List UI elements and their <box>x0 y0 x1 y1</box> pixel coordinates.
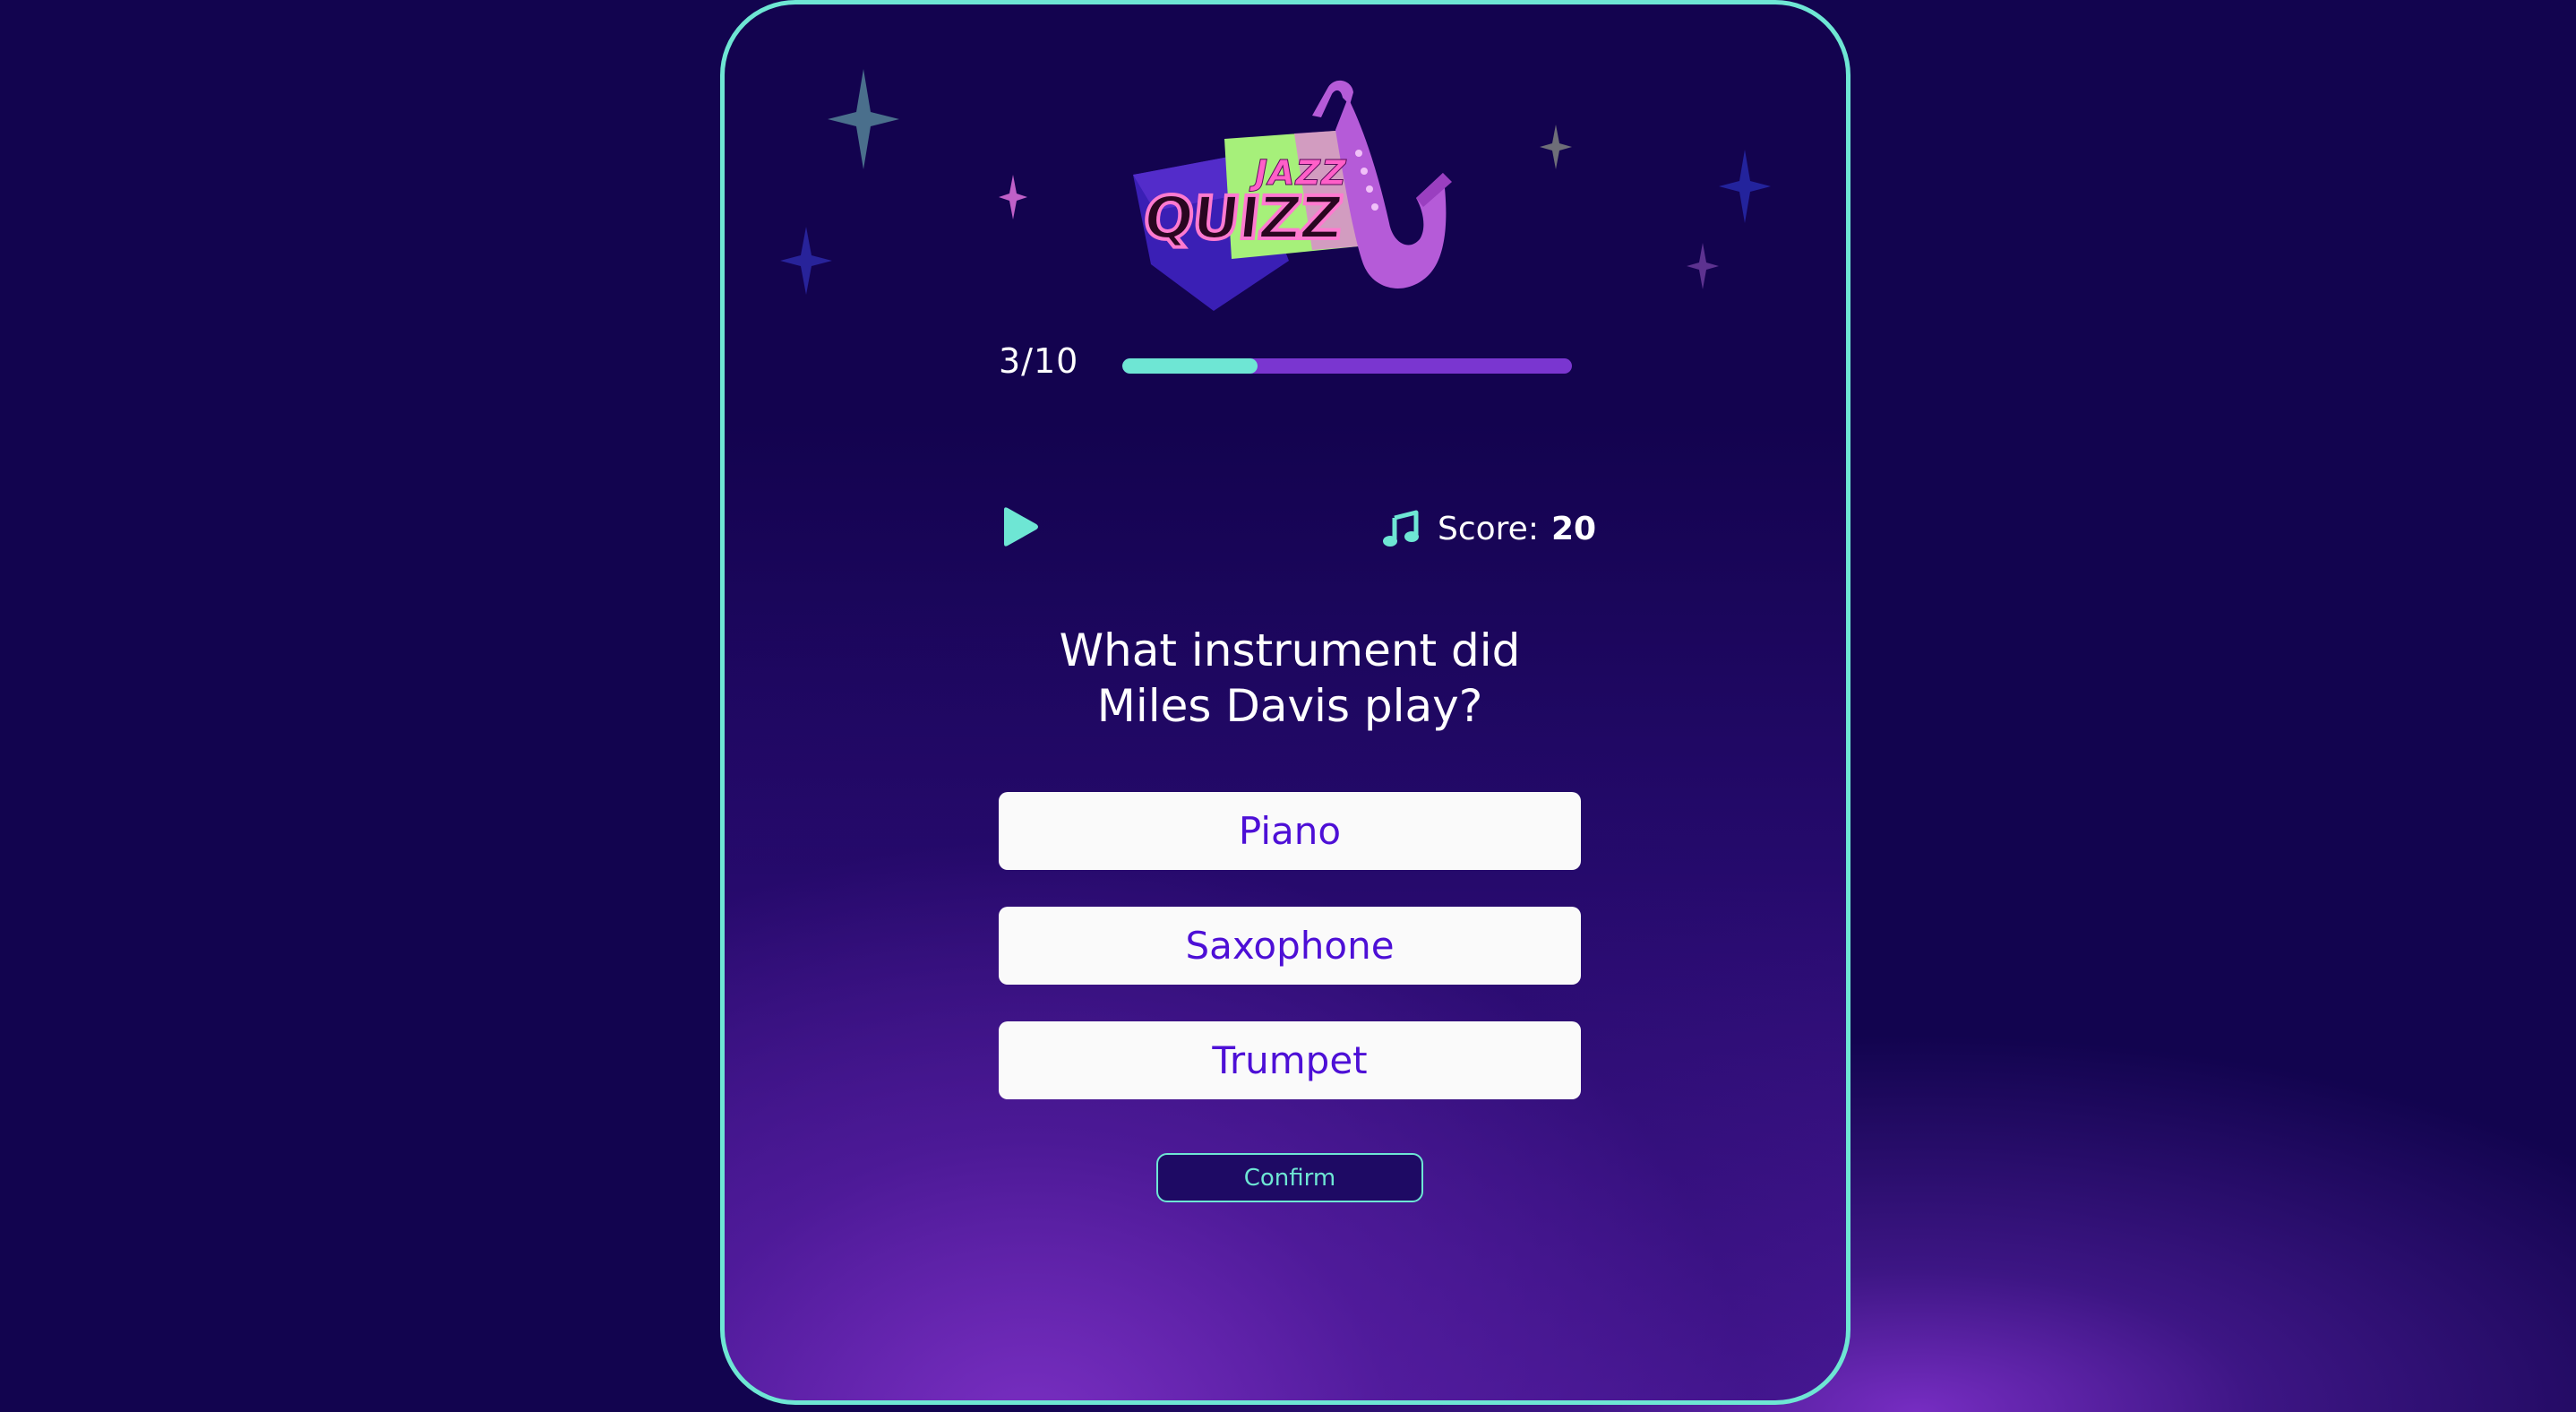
answer-option-saxophone[interactable]: Saxophone <box>999 907 1581 985</box>
sparkle-icon <box>1540 125 1572 169</box>
quiz-card: JAZZ QUIZZ 3/10 Score: 20 What instrumen… <box>720 0 1850 1405</box>
confirm-button[interactable]: Confirm <box>1156 1153 1423 1202</box>
answer-option-piano[interactable]: Piano <box>999 792 1581 870</box>
progress-bar <box>1122 358 1572 374</box>
score-label: Score: <box>1438 510 1539 547</box>
play-icon[interactable] <box>999 506 1040 547</box>
jazz-quizz-logo: JAZZ QUIZZ <box>1124 76 1464 318</box>
sparkle-icon <box>1719 150 1771 223</box>
sparkle-icon <box>780 227 832 295</box>
progress-bar-fill <box>1122 358 1258 374</box>
logo-text-quizz: QUIZZ <box>1138 182 1346 254</box>
sparkle-icon <box>1687 243 1719 289</box>
progress-row: 3/10 <box>999 336 1581 390</box>
score-display: Score: 20 <box>1382 506 1669 551</box>
question-text: What instrument did Miles Davis play? <box>1059 624 1521 732</box>
music-note-icon <box>1383 510 1419 547</box>
sparkle-icon <box>999 175 1027 220</box>
answer-option-trumpet[interactable]: Trumpet <box>999 1021 1581 1099</box>
sparkle-icon <box>828 69 899 169</box>
progress-count: 3/10 <box>999 341 1079 381</box>
score-value: 20 <box>1550 510 1597 547</box>
